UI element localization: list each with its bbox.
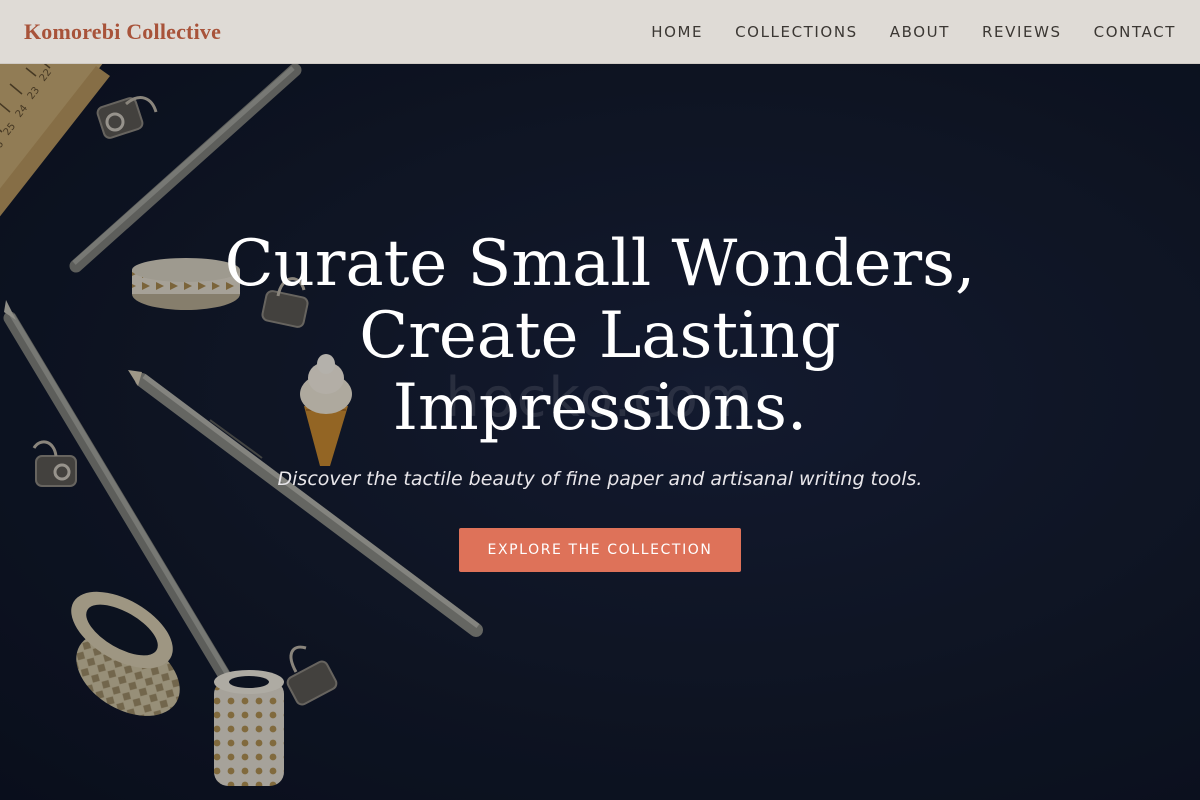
site-header: Komorebi Collective HOME COLLECTIONS ABO… — [0, 0, 1200, 64]
hero-content: hocko.com Curate Small Wonders, Create L… — [0, 64, 1200, 800]
nav-reviews-link[interactable]: REVIEWS — [982, 23, 1062, 41]
landing-page: Komorebi Collective HOME COLLECTIONS ABO… — [0, 0, 1200, 800]
main-nav: HOME COLLECTIONS ABOUT REVIEWS CONTACT — [651, 23, 1176, 41]
explore-collection-button[interactable]: EXPLORE THE COLLECTION — [459, 528, 741, 572]
hero-headline: Curate Small Wonders, Create Lasting Imp… — [100, 228, 1100, 444]
nav-home-link[interactable]: HOME — [651, 23, 703, 41]
hero-headline-line: Create Lasting — [359, 299, 841, 373]
nav-contact-link[interactable]: CONTACT — [1094, 23, 1176, 41]
hero-headline-line: Impressions. — [392, 371, 808, 445]
nav-about-link[interactable]: ABOUT — [890, 23, 950, 41]
nav-collections-link[interactable]: COLLECTIONS — [735, 23, 858, 41]
hero-section: 22 23 24 25 26 hocko.com Curate Small Wo… — [0, 64, 1200, 800]
hero-subtitle: Discover the tactile beauty of fine pape… — [277, 468, 923, 490]
hero-headline-line: Curate Small Wonders, — [224, 227, 976, 301]
brand-logo[interactable]: Komorebi Collective — [24, 19, 221, 45]
